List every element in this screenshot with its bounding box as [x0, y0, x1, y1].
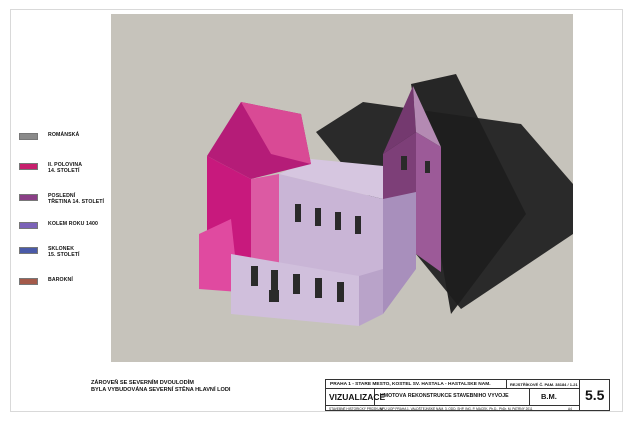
nave-end-wall — [383, 192, 416, 314]
sheet-number: 5.5 — [585, 387, 605, 403]
legend-swatch — [19, 247, 38, 254]
note-text: ZÁROVEŇ SE SEVERNÍM DVOULODÍM BYLA VYBUD… — [91, 380, 231, 393]
legend-swatch — [19, 133, 38, 140]
survey-authors: NPÚ ÚOP PRAHA 1, VALDŠTEJNSKÉ NÁM. 3, OD… — [380, 407, 533, 411]
legend-swatch — [19, 278, 38, 285]
legend-label: II. POLOVINA 14. STOLETÍ — [48, 162, 83, 175]
register-number: REJSTŘÍKOVÉ Č. PAM. 38184 / 1-21 — [510, 381, 578, 387]
title-block: PRAHA 1 - STARÉ MĚSTO, KOSTEL SV. HAŠTAL… — [325, 379, 610, 411]
paper-format: A4 — [568, 407, 572, 411]
project-title: PRAHA 1 - STARÉ MĚSTO, KOSTEL SV. HAŠTAL… — [330, 381, 491, 387]
tower-right-face — [416, 132, 441, 272]
survey-type: STAVEBNĚ HISTORICKÝ PRŮZKUM — [329, 407, 383, 411]
aisle-end — [359, 269, 383, 326]
drawing-title: VIZUALIZACE — [329, 392, 386, 402]
legend-swatch — [19, 194, 38, 201]
legend-label: BAROKNÍ — [48, 277, 73, 283]
drawing-subtitle: HMOTOVÁ REKONSTRUKCE STAVEBNÍHO VÝVOJE — [380, 393, 509, 399]
legend-swatch — [19, 163, 38, 170]
legend-label: POSLEDNÍ TŘETINA 14. STOLETÍ — [48, 193, 105, 206]
legend-label: SKLONEK 15. STOLETÍ — [48, 246, 80, 259]
church-model-image — [199, 74, 573, 326]
legend-swatch — [19, 222, 38, 229]
visualization-render — [111, 14, 573, 362]
legend-label: KOLEM ROKU 1400 — [48, 221, 98, 227]
legend-label: ROMÁNSKÁ — [48, 132, 80, 138]
author-initials: B.M. — [541, 392, 557, 401]
